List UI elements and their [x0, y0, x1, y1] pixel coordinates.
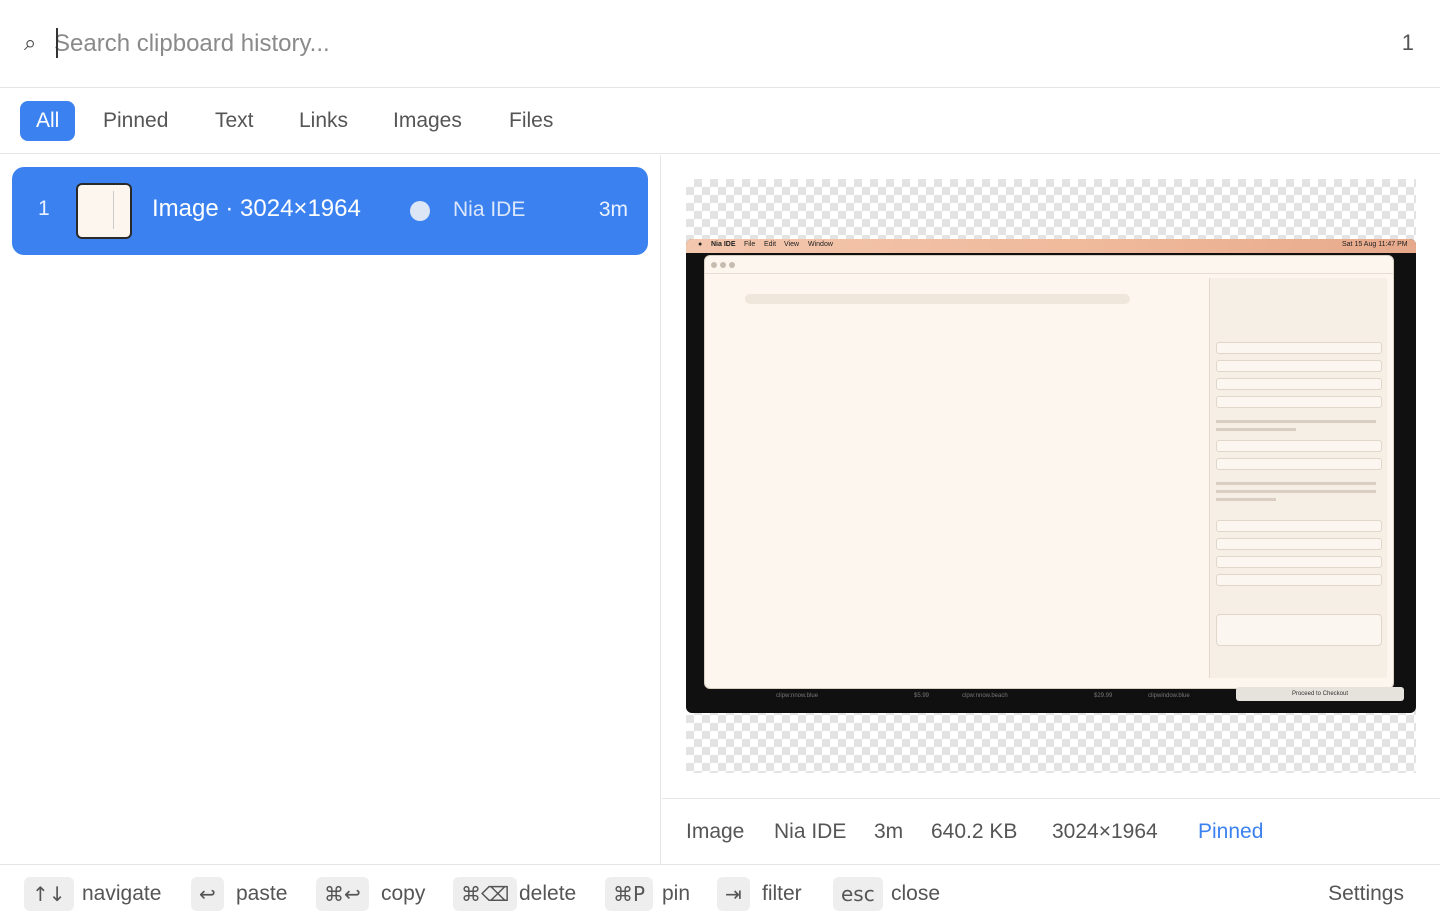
tab-text[interactable]: Text — [199, 101, 270, 141]
list-item[interactable]: 1 Image · 3024×1964 Nia IDE 3m — [12, 167, 648, 255]
preview-bottom-text: $29.99 — [1094, 693, 1113, 699]
preview-text-line — [1216, 420, 1376, 423]
preview-bottom-text: clpw:nnow.beach — [962, 693, 1008, 699]
search-input[interactable] — [54, 22, 1354, 66]
preview-pane: ● Nia IDE File Edit View Window Sat 15 A… — [662, 155, 1440, 798]
preview-text-line — [1216, 428, 1296, 431]
meta-source: Nia IDE — [774, 820, 847, 843]
navigate-key: ↑↓ — [24, 877, 74, 911]
preview-menu-file: File — [744, 241, 756, 248]
close-hint: close — [891, 882, 941, 905]
preview-titlebar — [705, 256, 1393, 274]
traffic-light-icon — [711, 262, 717, 268]
preview-app-name: Nia IDE — [711, 241, 736, 248]
preview-window — [704, 255, 1394, 689]
item-index: 1 — [38, 197, 50, 220]
preview-checkout-button: Proceed to Checkout — [1236, 687, 1404, 701]
transparency-background: ● Nia IDE File Edit View Window Sat 15 A… — [686, 179, 1416, 773]
apple-icon: ● — [698, 241, 703, 248]
delete-key: ⌘⌫ — [453, 877, 518, 911]
delete-hint: delete — [519, 882, 577, 905]
preview-row — [1216, 458, 1382, 470]
pinned-status[interactable]: Pinned — [1198, 820, 1263, 844]
filter-tabs: All Pinned Text Links Images Files — [0, 88, 1440, 154]
preview-row — [1216, 396, 1382, 408]
preview-menu-edit: Edit — [764, 241, 777, 248]
preview-bottom-text: clipwindow.blue — [1148, 693, 1190, 699]
preview-text-line — [1216, 490, 1376, 493]
traffic-light-icon — [729, 262, 735, 268]
item-source: Nia IDE — [453, 198, 526, 221]
search-icon: ⌕ — [24, 30, 37, 55]
shortcut-footer: ↑↓ navigate ↩ paste ⌘↩ copy ⌘⌫ delete ⌘P… — [0, 864, 1440, 920]
item-metadata: Image Nia IDE 3m 640.2 KB 3024×1964 Pinn… — [662, 798, 1440, 864]
item-thumbnail — [76, 183, 132, 239]
preview-menu-window: Window — [808, 241, 833, 248]
preview-row — [1216, 378, 1382, 390]
preview-input — [1216, 614, 1382, 646]
filter-hint: filter — [762, 882, 802, 905]
preview-row — [1216, 520, 1382, 532]
meta-type: Image — [686, 820, 745, 843]
preview-row — [1216, 538, 1382, 550]
tab-files[interactable]: Files — [493, 101, 569, 141]
paste-key: ↩ — [191, 877, 224, 911]
preview-text-line — [1216, 498, 1276, 501]
preview-row — [1216, 556, 1382, 568]
preview-bottom-text: clipw:nnow.blue — [776, 693, 819, 699]
filter-key: ⇥ — [717, 877, 750, 911]
preview-row — [1216, 574, 1382, 586]
copy-hint: copy — [381, 882, 426, 905]
clipboard-list: 1 Image · 3024×1964 Nia IDE 3m — [0, 155, 661, 864]
pin-key: ⌘P — [605, 877, 654, 911]
image-preview: ● Nia IDE File Edit View Window Sat 15 A… — [686, 239, 1416, 713]
preview-row — [1216, 360, 1382, 372]
preview-row — [1216, 440, 1382, 452]
result-count: 1 — [1401, 30, 1414, 55]
traffic-light-icon — [720, 262, 726, 268]
pin-hint: pin — [662, 882, 691, 905]
preview-row — [1216, 342, 1382, 354]
item-age: 3m — [598, 198, 628, 221]
text-caret — [56, 28, 58, 58]
meta-dimensions: 3024×1964 — [1052, 820, 1158, 843]
item-title: Image · 3024×1964 — [152, 195, 361, 222]
navigate-hint: navigate — [82, 882, 162, 905]
copy-key: ⌘↩ — [316, 877, 369, 911]
close-key: esc — [833, 877, 883, 911]
meta-size: 640.2 KB — [931, 820, 1018, 843]
settings-button[interactable]: Settings — [1328, 882, 1404, 906]
source-app-icon — [410, 201, 430, 221]
search-bar: ⌕ 1 — [0, 0, 1440, 88]
tab-images[interactable]: Images — [377, 101, 478, 141]
preview-urlbar — [745, 294, 1130, 304]
preview-clock: Sat 15 Aug 11:47 PM — [1342, 241, 1408, 248]
preview-menu-view: View — [784, 241, 800, 248]
preview-sidebar — [1209, 278, 1387, 678]
meta-age: 3m — [874, 820, 904, 843]
preview-text-line — [1216, 482, 1376, 485]
paste-hint: paste — [236, 882, 288, 905]
preview-bottom-text: $5.99 — [914, 693, 930, 699]
preview-menubar: ● Nia IDE File Edit View Window Sat 15 A… — [686, 239, 1416, 253]
tab-all[interactable]: All — [20, 101, 76, 141]
tab-pinned[interactable]: Pinned — [87, 101, 184, 141]
tab-links[interactable]: Links — [283, 101, 364, 141]
